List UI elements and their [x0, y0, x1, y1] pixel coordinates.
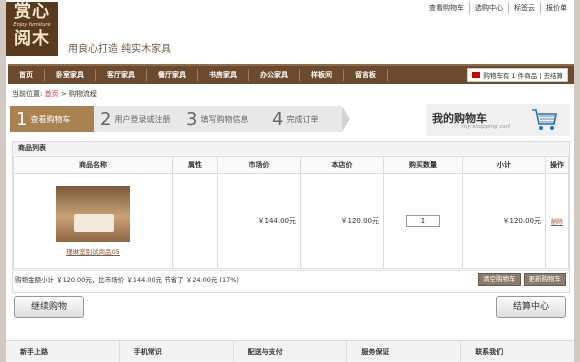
- my-cart-subtitle: my shopping cart: [462, 124, 511, 130]
- step-label: 用户登录或注册: [114, 114, 171, 124]
- nav-cart-summary[interactable]: 购物车有 1 件商品 | 去结算: [467, 68, 568, 82]
- step-number: 2: [100, 108, 112, 130]
- logo-text-top: 赏心: [14, 2, 50, 22]
- footer-col-beginner[interactable]: 新手上路: [6, 341, 119, 362]
- delete-link[interactable]: 删除: [551, 219, 563, 226]
- cart-summary: 购物金额小计 ￥120.00元，比市场价 ￥144.00元 节省了 ￥24.00…: [13, 270, 569, 287]
- top-link-shop-center[interactable]: 选购中心: [469, 2, 508, 14]
- shop-price: ￥120.00元: [300, 173, 384, 269]
- checkout-steps: 1 查看购物车 2 用户登录或注册 3 填写购物信息 4 完成订单: [10, 106, 420, 132]
- col-header: 操作: [545, 156, 569, 174]
- breadcrumb-prefix: 当前位置:: [12, 90, 43, 98]
- attr-cell: [172, 173, 218, 269]
- nav-office[interactable]: 办公家具: [249, 69, 300, 81]
- checkout-button[interactable]: 结算中心: [496, 296, 566, 318]
- update-cart-button[interactable]: 更新购物车: [523, 272, 566, 286]
- step-label: 查看购物车: [30, 114, 71, 124]
- footer-col-contact[interactable]: 联系我们: [460, 341, 574, 362]
- continue-shopping-button[interactable]: 继续购物: [14, 296, 84, 318]
- step-label: 完成订单: [286, 114, 319, 124]
- product-cell: 瑾琳室别试商品05: [13, 173, 173, 269]
- subtotal: ￥120.00元: [462, 173, 546, 269]
- page: 赏心 Enjoy furniture 阅木 用良心打造 纯实木家具 查看购物车 …: [0, 0, 580, 362]
- breadcrumb-current: 购物流程: [68, 90, 97, 98]
- step-number: 4: [272, 108, 284, 130]
- col-header: 商品名称: [13, 156, 173, 174]
- step-number: 1: [16, 108, 28, 130]
- clear-cart-button[interactable]: 清空购物车: [478, 272, 521, 286]
- summary-text: 购物金额小计 ￥120.00元，比市场价 ￥144.00元 节省了 ￥24.00…: [15, 276, 239, 284]
- logo-text-bottom: 阅木: [14, 29, 50, 49]
- product-name-link[interactable]: 瑾琳室别试商品05: [66, 248, 120, 256]
- step-3: 3 填写购物信息: [180, 106, 266, 132]
- logo-text-en: Enjoy furniture: [13, 22, 51, 28]
- shopping-cart-icon: [532, 109, 557, 130]
- top-link-quote[interactable]: 报价单: [540, 2, 572, 14]
- slogan: 用良心打造 纯实木家具: [68, 44, 172, 55]
- site-logo[interactable]: 赏心 Enjoy furniture 阅木: [6, 2, 58, 56]
- main-nav: 首页 卧室家具 客厅家具 餐厅家具 书房家具 办公家具 样板间 留言板 购物车有…: [8, 64, 574, 84]
- action-cell: 删除: [545, 173, 569, 269]
- footer-col-delivery[interactable]: 配送与支付: [232, 341, 347, 362]
- col-header: 购买数量: [383, 156, 463, 174]
- nav-living[interactable]: 客厅家具: [96, 69, 147, 81]
- step-label: 填写购物信息: [200, 114, 249, 124]
- market-price: ￥144.00元: [217, 173, 301, 269]
- nav-cart-text: 购物车有 1 件商品 | 去结算: [483, 72, 563, 80]
- col-header: 市场价: [217, 156, 301, 174]
- breadcrumb: 当前位置: 首页 > 购物流程: [12, 89, 97, 99]
- nav-showroom[interactable]: 样板间: [300, 69, 344, 81]
- footer: 新手上路 手机常识 配送与支付 服务保证 联系我们: [6, 340, 574, 362]
- cart-table: 商品名称 属性 市场价 本店价 购买数量 小计 操作 瑾琳室别试商品05 ￥14: [13, 156, 569, 269]
- qty-cell: [383, 173, 463, 269]
- nav-guestbook[interactable]: 留言板: [344, 69, 388, 81]
- step-2: 2 用户登录或注册: [94, 106, 180, 132]
- top-link-view-cart[interactable]: 查看购物车: [424, 2, 469, 14]
- nav-study[interactable]: 书房家具: [198, 69, 249, 81]
- step-arrow: [342, 106, 350, 132]
- nav-dining[interactable]: 餐厅家具: [147, 69, 198, 81]
- step-4: 4 完成订单: [266, 106, 342, 132]
- top-link-tag-cloud[interactable]: 标签云: [508, 2, 540, 14]
- top-links: 查看购物车 选购中心 标签云 报价单: [424, 2, 572, 14]
- product-image[interactable]: [56, 186, 130, 242]
- col-header: 本店价: [300, 156, 384, 174]
- cart-icon: [472, 72, 481, 78]
- quantity-input[interactable]: [406, 215, 440, 227]
- nav-home[interactable]: 首页: [8, 69, 45, 81]
- breadcrumb-home[interactable]: 首页: [45, 90, 59, 98]
- my-cart-banner: 我的购物车 my shopping cart: [426, 104, 570, 136]
- breadcrumb-sep: >: [60, 90, 67, 98]
- product-list: 商品列表 商品名称 属性 市场价 本店价 购买数量 小计 操作 瑾琳室别试商品0…: [12, 141, 570, 293]
- col-header: 小计: [462, 156, 546, 174]
- col-header: 属性: [172, 156, 218, 174]
- table-row: 瑾琳室别试商品05 ￥144.00元 ￥120.00元 ￥120.00元 删除: [13, 173, 569, 269]
- step-number: 3: [186, 108, 198, 130]
- step-1: 1 查看购物车: [10, 106, 94, 132]
- product-list-title: 商品列表: [13, 142, 569, 155]
- footer-col-mobile[interactable]: 手机常识: [118, 341, 233, 362]
- nav-bedroom[interactable]: 卧室家具: [45, 69, 96, 81]
- footer-col-guarantee[interactable]: 服务保证: [346, 341, 460, 362]
